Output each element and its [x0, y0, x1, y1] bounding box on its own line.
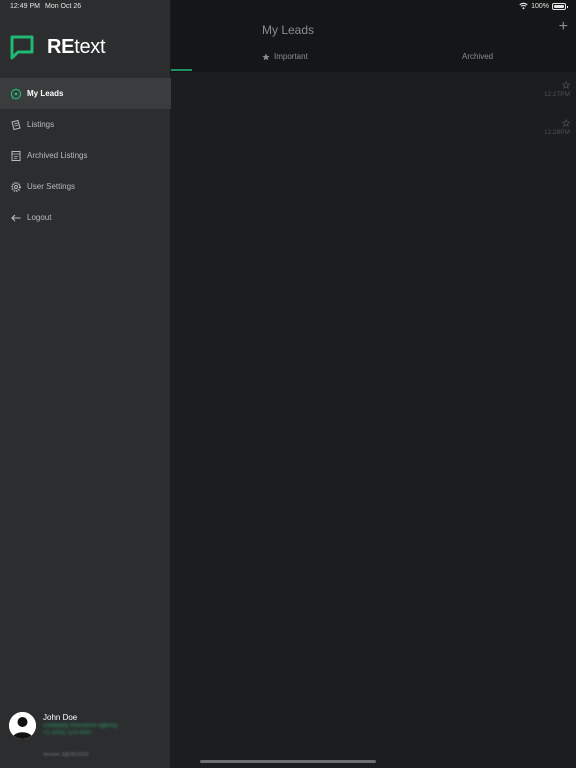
star-outline-icon[interactable] [562, 119, 570, 127]
chat-bubble-icon [10, 88, 22, 99]
profile-name: John Doe [43, 713, 78, 722]
sidebar-item-label: Logout [27, 213, 52, 222]
list-item[interactable]: 12:27PM [544, 81, 570, 98]
logo-icon [10, 35, 34, 60]
profile-company: Company Insurance agency [43, 723, 118, 729]
home-indicator[interactable] [200, 760, 376, 763]
sidebar-item-archived-listings[interactable]: Archived Listings [0, 140, 171, 171]
list-item[interactable]: 12:28PM [544, 119, 570, 136]
sidebar-item-label: Listings [27, 120, 55, 129]
battery-percent: 100% [531, 2, 549, 10]
status-indicators: 100% [519, 2, 568, 10]
app-logo: REtext [9, 34, 106, 61]
arrow-left-icon [11, 214, 21, 221]
page-title: My Leads [262, 23, 315, 37]
tab-indicator [171, 69, 192, 71]
sidebar-item-my-leads[interactable]: My Leads [0, 78, 171, 109]
star-icon [262, 52, 270, 60]
status-time: 12:49 PM [10, 3, 40, 10]
star-outline-icon[interactable] [562, 81, 570, 89]
sidebar-item-listings[interactable]: Listings [0, 109, 171, 140]
archive-document-icon [11, 150, 21, 161]
document-icon [11, 119, 21, 130]
gear-icon [10, 181, 22, 192]
tab-label: Archived [462, 52, 494, 61]
logo-text: REtext [47, 36, 106, 58]
main-content: My Leads + Important Archived 12:27PM 12… [171, 0, 576, 768]
sidebar-item-user-settings[interactable]: User Settings [0, 171, 171, 202]
tab-archived[interactable]: Archived [462, 52, 493, 61]
status-date: Mon Oct 26 [45, 3, 82, 10]
sidebar-item-logout[interactable]: Logout [0, 202, 171, 233]
avatar [9, 712, 36, 739]
sidebar-item-label: My Leads [27, 89, 64, 98]
sidebar-item-label: Archived Listings [27, 151, 88, 160]
status-bar: 12:49 PM Mon Oct 26 100% [0, 0, 576, 14]
lead-time: 12:28PM [543, 129, 570, 136]
tab-label: Important [274, 52, 308, 61]
sidebar-item-label: User Settings [27, 182, 76, 191]
app-version: Version 3@26/10/20 [43, 752, 89, 758]
tab-important[interactable]: Important [262, 52, 308, 61]
sidebar: REtext My Leads Listings Archived Listin… [0, 0, 171, 768]
lead-time: 12:27PM [543, 91, 570, 98]
profile-phone: +1 (555) 123-4567 [43, 730, 93, 736]
add-lead-button[interactable]: + [559, 19, 568, 35]
user-silhouette-icon [9, 712, 36, 739]
wifi-icon [519, 2, 528, 10]
battery-icon [552, 2, 568, 10]
sidebar-nav: My Leads Listings Archived Listings User… [0, 78, 171, 233]
